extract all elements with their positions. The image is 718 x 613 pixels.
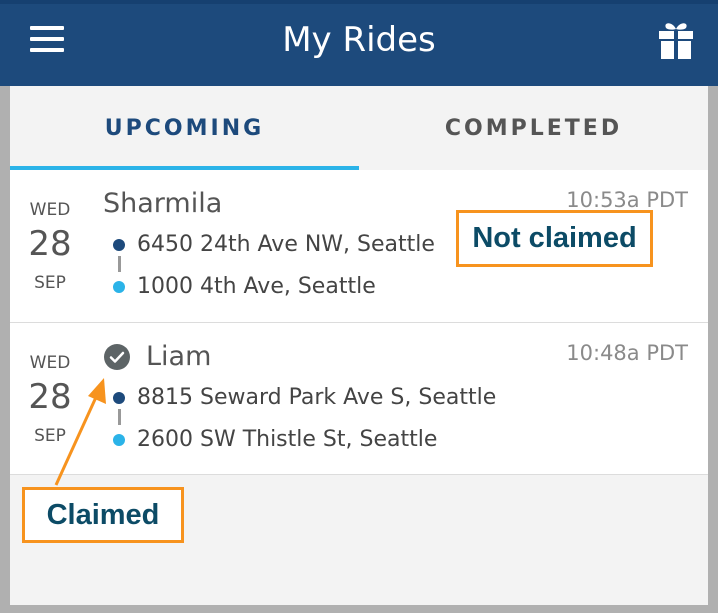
page-title: My Rides bbox=[282, 20, 436, 60]
ride-day: 28 bbox=[28, 224, 72, 264]
claimed-callout: Claimed bbox=[22, 487, 184, 543]
ride-time: 10:48a PDT bbox=[566, 341, 688, 365]
route-connector bbox=[117, 256, 121, 272]
ride-card[interactable]: WED 28 SEP Liam 10:48a PDT 8815 Seward P… bbox=[10, 323, 708, 475]
dropoff-address: 2600 SW Thistle St, Seattle bbox=[137, 427, 438, 452]
app-bar: My Rides bbox=[0, 0, 718, 86]
tab-upcoming[interactable]: UPCOMING bbox=[10, 86, 359, 170]
not-claimed-callout: Not claimed bbox=[456, 210, 653, 267]
pickup-dot-icon bbox=[113, 392, 125, 404]
ride-weekday: WED bbox=[29, 200, 71, 220]
tab-completed[interactable]: COMPLETED bbox=[359, 86, 708, 170]
dropoff-dot-icon bbox=[113, 434, 125, 446]
route-connector bbox=[117, 409, 121, 425]
dropoff-dot-icon bbox=[113, 281, 125, 293]
pickup-dot-icon bbox=[113, 239, 125, 251]
rider-name: Sharmila bbox=[103, 188, 223, 219]
dropoff-address: 1000 4th Ave, Seattle bbox=[137, 274, 376, 299]
pickup-address: 8815 Seward Park Ave S, Seattle bbox=[137, 385, 497, 410]
ride-weekday: WED bbox=[29, 353, 71, 373]
ride-tabs: UPCOMING COMPLETED bbox=[10, 86, 708, 170]
pickup-address: 6450 24th Ave NW, Seattle bbox=[137, 232, 435, 257]
rider-name: Liam bbox=[146, 341, 212, 372]
ride-month: SEP bbox=[34, 273, 66, 293]
ride-month: SEP bbox=[34, 426, 66, 446]
claimed-check-icon bbox=[103, 343, 131, 371]
ride-time: 10:53a PDT bbox=[566, 188, 688, 212]
ride-day: 28 bbox=[28, 377, 72, 417]
gift-icon[interactable] bbox=[658, 20, 694, 60]
